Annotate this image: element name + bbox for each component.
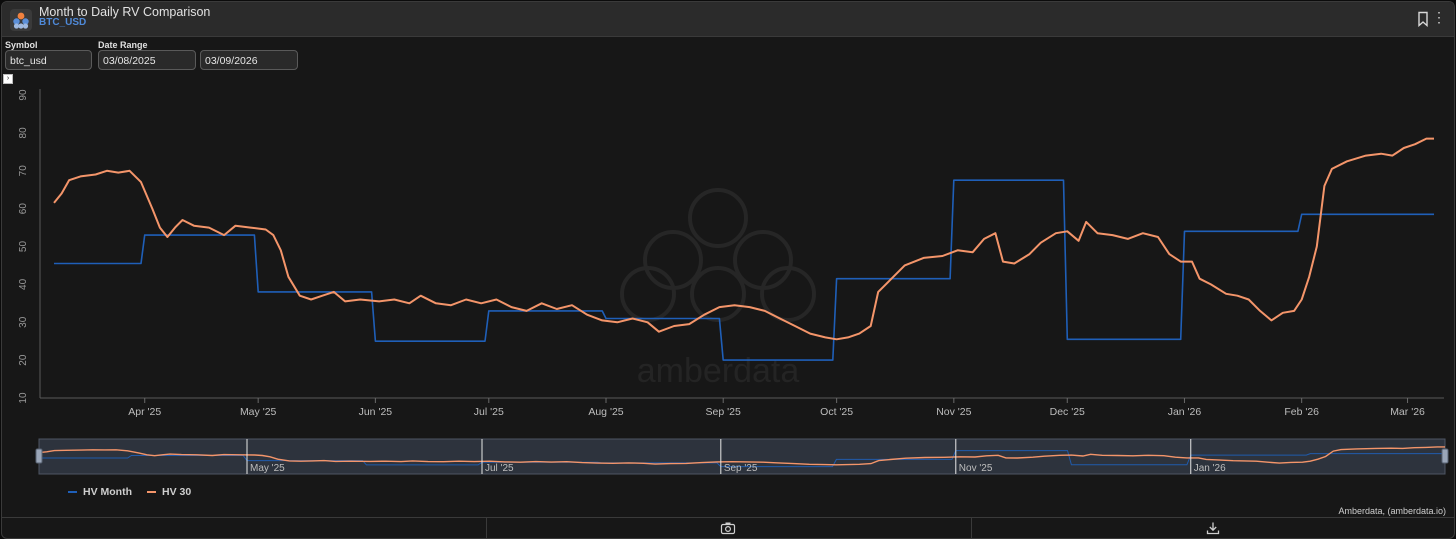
legend-label: HV 30 (162, 486, 192, 498)
footer-divider (486, 518, 487, 538)
navigator-tick-label: May '25 (250, 463, 285, 474)
legend-item-hv-30[interactable]: HV 30 (147, 486, 191, 498)
watermark-text: amberdata (637, 352, 800, 390)
navigator-tick-label: Jan '26 (1194, 463, 1226, 474)
y-tick-label: 80 (18, 127, 29, 139)
y-tick-label: 20 (18, 354, 29, 366)
y-tick-label: 10 (18, 392, 29, 404)
navigator-tick-label: Nov '25 (959, 463, 993, 474)
x-tick-label: Oct '25 (820, 406, 853, 418)
y-tick-label: 90 (18, 89, 29, 101)
x-tick-label: May '25 (240, 406, 277, 418)
footer-divider (971, 518, 972, 538)
navigator-tick-label: Sep '25 (724, 463, 758, 474)
x-tick-label: Jan '26 (1168, 406, 1202, 418)
chart-panel: Month to Daily RV Comparison BTC_USD ⋮ S… (1, 1, 1455, 539)
x-tick-label: Mar '26 (1390, 406, 1425, 418)
watermark-circle (690, 266, 746, 322)
credits-text[interactable]: Amberdata, (amberdata.io) (1338, 506, 1446, 516)
legend-swatch (68, 491, 77, 494)
navigator-tick-label: Jul '25 (485, 463, 514, 474)
legend-label: HV Month (83, 486, 132, 498)
watermark-circle (643, 230, 703, 290)
navigator-handle (1441, 448, 1449, 464)
x-tick-label: Nov '25 (936, 406, 971, 418)
navigator-handle (35, 448, 43, 464)
y-tick-label: 50 (18, 241, 29, 253)
rv-chart: amberdata 10 20 30 40 50 60 70 80 90 Apr '25 May '… (18, 89, 1449, 475)
x-tick-label: Sep '25 (706, 406, 741, 418)
y-tick-label: 70 (18, 165, 29, 177)
download-icon[interactable] (1205, 521, 1221, 535)
x-tick-label: Dec '25 (1050, 406, 1085, 418)
x-tick-label: Jul '25 (474, 406, 504, 418)
x-tick-label: Aug '25 (588, 406, 623, 418)
watermark-circle (733, 230, 793, 290)
watermark-circle (688, 188, 748, 248)
panel-footer (2, 517, 1454, 538)
y-tick-label: 60 (18, 203, 29, 215)
y-tick-label: 40 (18, 278, 29, 290)
legend-item-hv-month[interactable]: HV Month (68, 486, 132, 498)
legend-swatch (147, 491, 156, 494)
x-tick-label: Feb '26 (1284, 406, 1319, 418)
x-tick-label: Jun '25 (359, 406, 393, 418)
y-tick-label: 30 (18, 316, 29, 328)
x-tick-label: Apr '25 (128, 406, 161, 418)
camera-icon[interactable] (720, 521, 736, 535)
